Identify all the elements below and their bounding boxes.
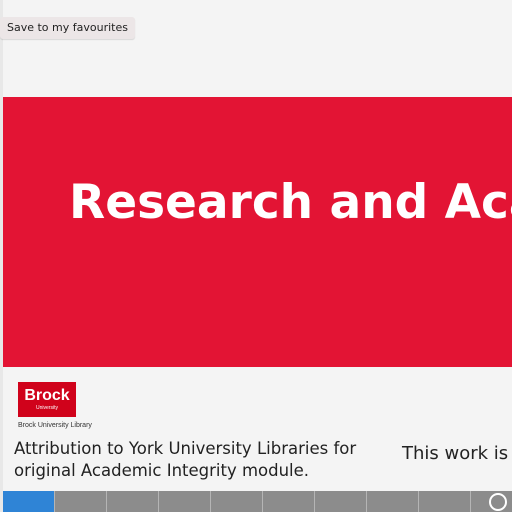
license-text: This work is <box>402 443 509 464</box>
library-name-caption: Brock University Library <box>18 422 92 429</box>
attribution-text: Attribution to York University Libraries… <box>14 439 357 480</box>
progress-segment[interactable] <box>159 491 211 512</box>
save-to-favourites-button[interactable]: Save to my favourites <box>0 17 135 39</box>
progress-segment[interactable] <box>55 491 107 512</box>
progress-segment[interactable] <box>211 491 263 512</box>
logo-wordmark: Brock <box>24 387 70 404</box>
progress-segment[interactable] <box>107 491 159 512</box>
progress-segment[interactable] <box>3 491 55 512</box>
slide-top-area <box>0 0 512 97</box>
logo-subtitle: University <box>36 405 58 411</box>
progress-segment[interactable] <box>263 491 315 512</box>
progress-segment[interactable] <box>419 491 471 512</box>
title-banner: Research and Aca <box>3 97 512 367</box>
progress-segment[interactable] <box>367 491 419 512</box>
circle-icon[interactable] <box>489 493 507 511</box>
progress-bar[interactable] <box>3 491 512 512</box>
progress-segment[interactable] <box>315 491 367 512</box>
slide-title: Research and Aca <box>69 175 512 230</box>
brock-logo: Brock University <box>18 382 76 417</box>
